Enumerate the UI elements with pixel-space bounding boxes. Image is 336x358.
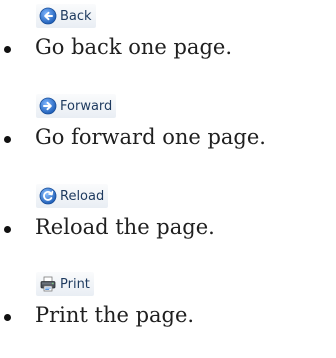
print-button-label: Print <box>60 276 90 292</box>
bullet <box>4 46 11 53</box>
forward-description: Go forward one page. <box>35 125 266 149</box>
list-item-back: Back Go back one page. <box>0 4 336 86</box>
forward-button[interactable]: Forward <box>36 94 117 118</box>
reload-button-label: Reload <box>60 188 105 204</box>
list-item-forward: Forward Go forward one page. <box>0 94 336 176</box>
forward-button-label: Forward <box>60 98 113 114</box>
bullet <box>4 314 11 321</box>
back-arrow-icon <box>39 7 57 25</box>
reload-button[interactable]: Reload <box>36 184 109 208</box>
list-item-print: Print Print the page. <box>0 272 336 354</box>
bullet <box>4 226 11 233</box>
back-description: Go back one page. <box>35 35 232 59</box>
forward-arrow-icon <box>39 97 57 115</box>
printer-icon <box>39 275 57 293</box>
back-button[interactable]: Back <box>36 4 96 28</box>
print-button[interactable]: Print <box>36 272 94 296</box>
reload-icon <box>39 187 57 205</box>
print-description: Print the page. <box>35 303 195 327</box>
bullet <box>4 136 11 143</box>
back-button-label: Back <box>60 8 92 24</box>
reload-description: Reload the page. <box>35 215 215 239</box>
list-item-reload: Reload Reload the page. <box>0 184 336 266</box>
